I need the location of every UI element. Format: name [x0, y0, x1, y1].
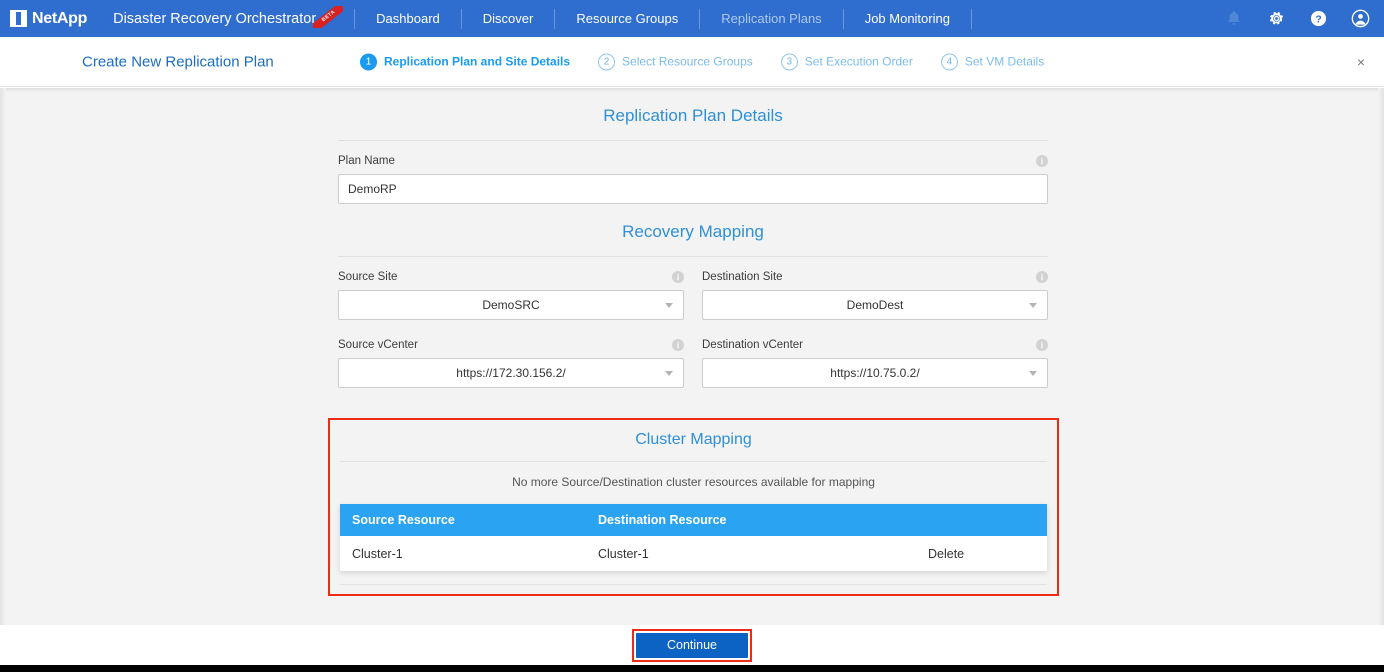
nav-item-replication-plans[interactable]: Replication Plans [700, 0, 842, 37]
nav-divider [970, 8, 972, 29]
wizard-header: Create New Replication Plan 1 Replicatio… [0, 37, 1384, 87]
info-icon[interactable]: i [672, 339, 684, 351]
netapp-logo[interactable]: NetApp [10, 10, 87, 28]
content-right-edge [1378, 88, 1384, 625]
top-navigation-bar: NetApp Disaster Recovery Orchestrator BE… [0, 0, 1384, 37]
netapp-logo-text: NetApp [32, 9, 88, 27]
divider [340, 584, 1047, 585]
step-number: 4 [940, 53, 958, 70]
step-number: 2 [598, 53, 616, 70]
source-vcenter-label: Source vCenter [338, 339, 418, 351]
replication-plan-form: Replication Plan Details Plan Name i Rec… [338, 88, 1048, 388]
wizard-steps: 1 Replication Plan and Site Details 2 Se… [360, 53, 1044, 70]
nav-menu: Dashboard Discover Resource Groups Repli… [354, 0, 972, 37]
section-heading-plan-details: Replication Plan Details [603, 106, 783, 125]
destination-site-select[interactable]: DemoDest [702, 290, 1048, 320]
plan-name-label: Plan Name [338, 155, 395, 167]
source-site-label: Source Site [338, 271, 398, 283]
footer-bar: Continue [0, 625, 1384, 665]
close-icon[interactable]: × [1352, 53, 1370, 71]
info-icon[interactable]: i [1036, 155, 1048, 167]
info-icon[interactable]: i [672, 271, 684, 283]
destination-vcenter-label: Destination vCenter [702, 339, 803, 351]
vcenter-row: Source vCenter i https://172.30.156.2/ D… [338, 339, 1048, 388]
info-icon[interactable]: i [1036, 271, 1048, 283]
app-title-text: Disaster Recovery Orchestrator [113, 10, 317, 27]
site-row: Source Site i DemoSRC Destination Site i… [338, 257, 1048, 320]
chevron-down-icon [1029, 371, 1037, 376]
table-row: Cluster-1 Cluster-1 Delete [340, 536, 1047, 571]
source-site-value: DemoSRC [482, 298, 540, 312]
destination-site-value: DemoDest [846, 298, 904, 312]
delete-mapping-link[interactable]: Delete [928, 547, 1047, 561]
nav-item-discover[interactable]: Discover [462, 0, 555, 37]
step-number: 3 [780, 53, 798, 70]
nav-item-job-monitoring[interactable]: Job Monitoring [844, 0, 971, 37]
source-vcenter-select[interactable]: https://172.30.156.2/ [338, 358, 684, 388]
cell-source-resource: Cluster-1 [352, 546, 403, 561]
app-title: Disaster Recovery Orchestrator BETA [113, 5, 344, 28]
bell-icon[interactable] [1224, 9, 1244, 29]
wizard-step-2[interactable]: 2 Select Resource Groups [598, 53, 753, 70]
plan-name-field: Plan Name i [338, 155, 1048, 167]
application-window: NetApp Disaster Recovery Orchestrator BE… [0, 0, 1384, 672]
cluster-mapping-panel: Cluster Mapping No more Source/Destinati… [328, 418, 1059, 596]
svg-text:?: ? [1315, 14, 1321, 25]
section-heading-cluster-mapping: Cluster Mapping [635, 431, 752, 448]
destination-vcenter-select[interactable]: https://10.75.0.2/ [702, 358, 1048, 388]
step-label: Replication Plan and Site Details [384, 54, 571, 69]
step-label: Select Resource Groups [622, 54, 753, 69]
beta-ribbon-icon: BETA [313, 5, 344, 28]
source-vcenter-field: Source vCenter i https://172.30.156.2/ [338, 339, 684, 388]
bottom-strip [0, 665, 1384, 672]
column-header-destination-resource: Destination Resource [598, 513, 727, 527]
netapp-logo-icon [10, 10, 27, 27]
source-site-field: Source Site i DemoSRC [338, 257, 684, 320]
divider [338, 140, 1048, 141]
step-label: Set Execution Order [804, 54, 913, 69]
column-header-source-resource: Source Resource [352, 513, 455, 527]
nav-item-dashboard[interactable]: Dashboard [355, 0, 461, 37]
info-icon[interactable]: i [1036, 339, 1048, 351]
step-number: 1 [360, 53, 377, 70]
cell-destination-resource: Cluster-1 [598, 546, 649, 561]
destination-vcenter-field: Destination vCenter i https://10.75.0.2/ [702, 339, 1048, 388]
user-avatar-icon[interactable] [1350, 9, 1370, 29]
cluster-mapping-table: Source Resource Destination Resource Clu… [340, 504, 1047, 571]
chevron-down-icon [665, 303, 673, 308]
chevron-down-icon [665, 371, 673, 376]
section-heading-recovery-mapping: Recovery Mapping [622, 222, 764, 241]
source-vcenter-value: https://172.30.156.2/ [456, 366, 566, 380]
beta-badge-label: BETA [313, 5, 344, 28]
nav-item-resource-groups[interactable]: Resource Groups [555, 0, 699, 37]
help-icon[interactable]: ? [1308, 9, 1328, 29]
wizard-step-4[interactable]: 4 Set VM Details [940, 53, 1045, 70]
chevron-down-icon [1029, 303, 1037, 308]
wizard-step-1[interactable]: 1 Replication Plan and Site Details [360, 53, 570, 70]
source-site-select[interactable]: DemoSRC [338, 290, 684, 320]
nav-right-icons: ? [1224, 0, 1370, 37]
content-left-edge [0, 88, 6, 625]
destination-site-label: Destination Site [702, 271, 783, 283]
step-label: Set VM Details [964, 54, 1045, 69]
table-header-row: Source Resource Destination Resource [340, 504, 1047, 536]
cluster-mapping-note: No more Source/Destination cluster resou… [512, 475, 875, 489]
content-area: Replication Plan Details Plan Name i Rec… [0, 88, 1384, 625]
plan-name-input[interactable] [338, 174, 1048, 204]
destination-site-field: Destination Site i DemoDest [702, 257, 1048, 320]
destination-vcenter-value: https://10.75.0.2/ [830, 366, 920, 380]
continue-highlight: Continue [632, 628, 752, 662]
page-title: Create New Replication Plan [82, 53, 274, 70]
gear-icon[interactable] [1266, 9, 1286, 29]
continue-button[interactable]: Continue [636, 632, 748, 658]
wizard-step-3[interactable]: 3 Set Execution Order [780, 53, 913, 70]
